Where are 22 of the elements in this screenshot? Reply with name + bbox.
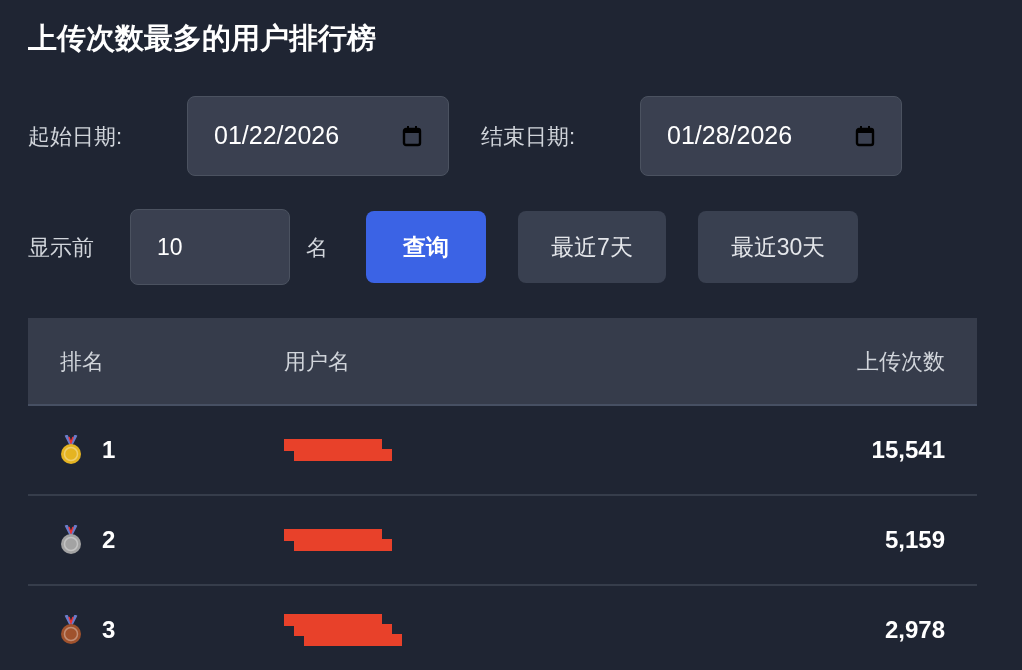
preset-range-button[interactable]: 最近30天: [697, 211, 859, 283]
preset-range-button[interactable]: 最近7天: [518, 211, 666, 283]
start-date-field[interactable]: 01/22/2026: [187, 96, 449, 176]
column-header: 用户名: [284, 347, 351, 376]
end-date-label: 结束日期:: [481, 122, 577, 151]
rank-number: 3: [102, 615, 116, 645]
limit-field[interactable]: 10: [130, 209, 290, 285]
rank-number: 2: [102, 525, 116, 555]
upload-count: 5,159: [883, 525, 946, 555]
rank-number: 1: [102, 435, 116, 465]
limit-prefix: 显示前: [28, 233, 95, 262]
calendar-icon[interactable]: [402, 125, 422, 147]
query-button[interactable]: 查询: [366, 211, 486, 283]
upload-count: 2,978: [883, 615, 946, 645]
end-date-field[interactable]: 01/28/2026: [640, 96, 902, 176]
upload-count: 15,541: [870, 435, 946, 465]
page-title: 上传次数最多的用户排行榜: [28, 21, 377, 56]
start-date-label: 起始日期:: [28, 122, 124, 151]
calendar-icon[interactable]: [855, 125, 875, 147]
limit-suffix: 名: [306, 233, 329, 262]
column-header: 上传次数: [856, 347, 946, 376]
column-header: 排名: [59, 347, 105, 376]
